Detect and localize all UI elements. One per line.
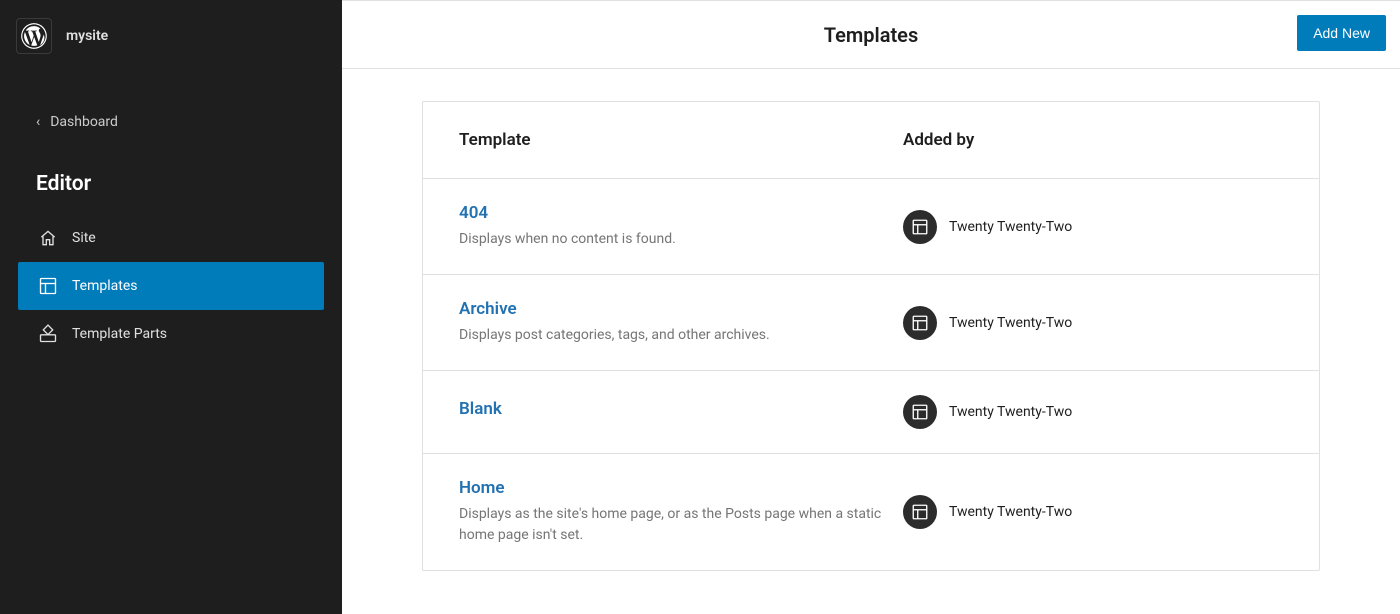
theme-icon [903, 495, 937, 529]
back-to-dashboard-link[interactable]: ‹ Dashboard [0, 100, 342, 144]
sidebar: mysite ‹ Dashboard Editor Site Templates… [0, 0, 342, 614]
sidebar-item-templates[interactable]: Templates [18, 262, 324, 310]
column-header-added-by: Added by [903, 130, 1283, 150]
sidebar-item-label: Site [72, 230, 96, 246]
editor-section-title: Editor [0, 144, 342, 214]
back-label: Dashboard [50, 114, 118, 130]
template-description: Displays when no content is found. [459, 229, 899, 250]
main-content: Templates Add New Template Added by 404 … [342, 0, 1400, 614]
column-header-template: Template [459, 130, 903, 150]
sidebar-item-label: Templates [72, 278, 138, 294]
template-description: Displays as the site's home page, or as … [459, 504, 899, 546]
theme-name: Twenty Twenty-Two [949, 219, 1072, 235]
chevron-left-icon: ‹ [36, 114, 40, 130]
sidebar-item-template-parts[interactable]: Template Parts [18, 310, 324, 358]
theme-icon [903, 395, 937, 429]
template-parts-icon [38, 324, 58, 344]
table-row: 404 Displays when no content is found. T… [423, 179, 1319, 275]
template-title-link[interactable]: 404 [459, 203, 903, 223]
table-row: Archive Displays post categories, tags, … [423, 275, 1319, 371]
theme-icon [903, 210, 937, 244]
template-title-link[interactable]: Blank [459, 399, 903, 419]
theme-name: Twenty Twenty-Two [949, 404, 1072, 420]
sidebar-item-site[interactable]: Site [18, 214, 324, 262]
template-info: Blank [459, 399, 903, 425]
page-title: Templates [824, 23, 918, 47]
theme-icon [903, 306, 937, 340]
sidebar-item-label: Template Parts [72, 326, 167, 342]
added-by-cell: Twenty Twenty-Two [903, 306, 1283, 340]
theme-name: Twenty Twenty-Two [949, 315, 1072, 331]
table-row: Home Displays as the site's home page, o… [423, 454, 1319, 570]
template-info: Archive Displays post categories, tags, … [459, 299, 903, 346]
content-area: Template Added by 404 Displays when no c… [342, 69, 1400, 603]
home-icon [38, 228, 58, 248]
template-title-link[interactable]: Home [459, 478, 903, 498]
sidebar-header: mysite [0, 0, 342, 72]
template-info: Home Displays as the site's home page, o… [459, 478, 903, 546]
add-new-button[interactable]: Add New [1297, 15, 1386, 51]
template-title-link[interactable]: Archive [459, 299, 903, 319]
added-by-cell: Twenty Twenty-Two [903, 395, 1283, 429]
template-description: Displays post categories, tags, and othe… [459, 325, 899, 346]
added-by-cell: Twenty Twenty-Two [903, 495, 1283, 529]
wordpress-logo-icon[interactable] [16, 18, 52, 54]
layout-icon [38, 276, 58, 296]
theme-name: Twenty Twenty-Two [949, 504, 1072, 520]
templates-table: Template Added by 404 Displays when no c… [422, 101, 1320, 571]
topbar: Templates Add New [342, 1, 1400, 69]
table-header: Template Added by [423, 102, 1319, 179]
table-row: Blank Twenty Twenty-Two [423, 371, 1319, 454]
added-by-cell: Twenty Twenty-Two [903, 210, 1283, 244]
template-info: 404 Displays when no content is found. [459, 203, 903, 250]
site-name: mysite [66, 28, 108, 44]
